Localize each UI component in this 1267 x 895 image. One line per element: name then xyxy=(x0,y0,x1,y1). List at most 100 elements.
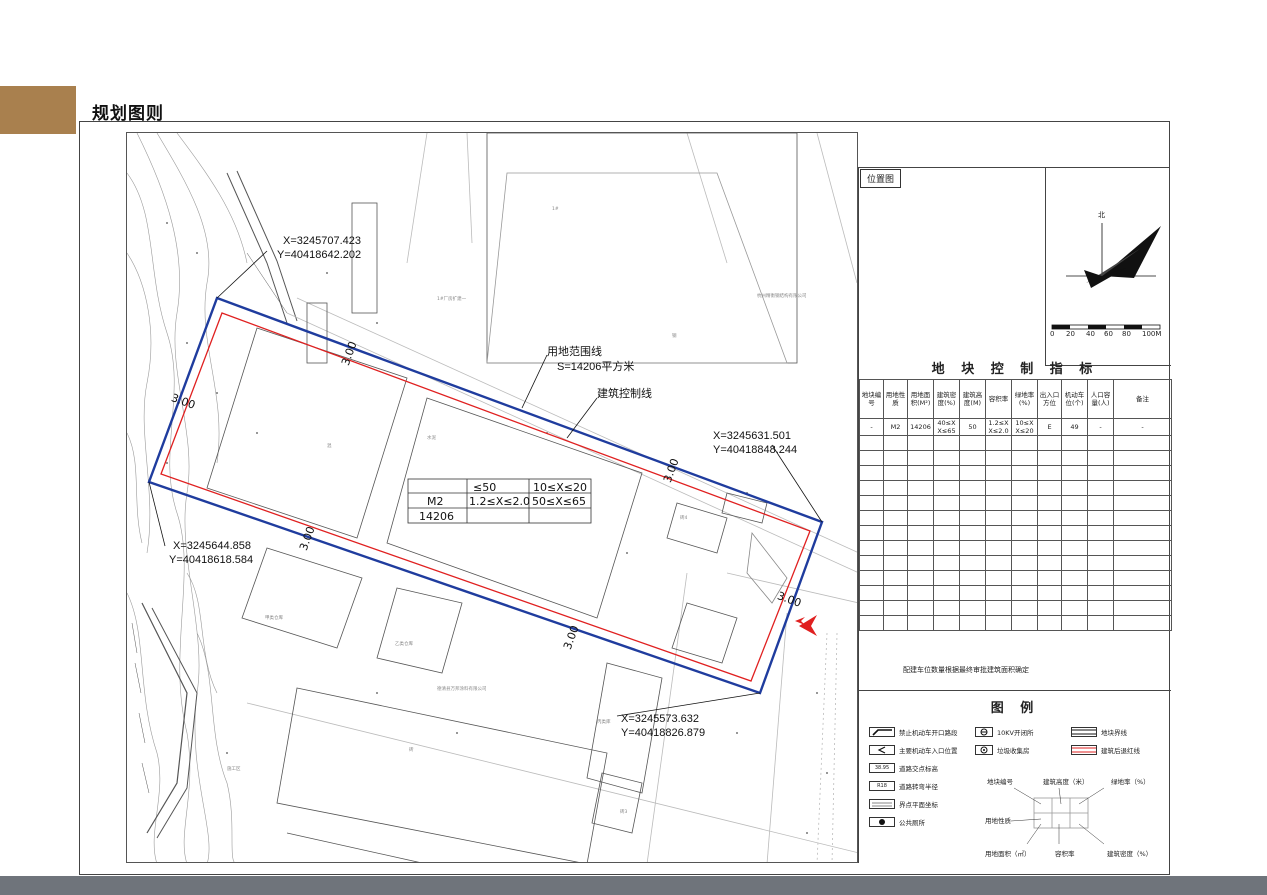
map-label: 钢 xyxy=(672,334,677,339)
map-label: 砖 xyxy=(409,748,414,753)
th-parking: 机动车位(个) xyxy=(1061,379,1088,419)
legend-label: 地块界线 xyxy=(1101,729,1127,737)
title-accent-block xyxy=(0,86,76,134)
map-label: 砖4 xyxy=(680,516,688,521)
th-far: 容积率 xyxy=(985,379,1012,419)
map-label: 施工区 xyxy=(227,767,241,772)
map-label: 水泥 xyxy=(427,436,436,441)
legend-title: 图 例 xyxy=(990,701,1040,716)
north-label: 北 xyxy=(1098,211,1105,219)
plot-height: ≤50 xyxy=(473,481,497,494)
scale-60: 60 xyxy=(1104,330,1113,338)
legend-label: 主要机动车入口位置 xyxy=(899,747,958,755)
table-cell: - xyxy=(1113,418,1172,436)
entrance-icon xyxy=(869,745,895,755)
table-row xyxy=(859,615,1172,631)
th-density: 建筑密度(%) xyxy=(933,379,960,419)
table-cell: - xyxy=(859,418,884,436)
scale-80: 80 xyxy=(1122,330,1131,338)
corner-coord-x: X=3245707.423 xyxy=(283,235,361,247)
th-entrance: 出入口方位 xyxy=(1037,379,1062,419)
map-label: 丙类库 xyxy=(597,720,611,725)
corner-coord-y: Y=40418848.244 xyxy=(713,444,798,456)
th-green-rate: 绿地率(%) xyxy=(1011,379,1038,419)
info-panel: 位置图 北 0 20 40 60 80 100M 地 块 控 制 指 标 地块编… xyxy=(858,167,1172,864)
table-row xyxy=(859,555,1172,571)
table-cell: 10≤X X≤20 xyxy=(1011,418,1038,436)
footer-bar xyxy=(0,876,1267,895)
legend-label: 垃圾收集房 xyxy=(997,747,1030,755)
legend-label: 道路转弯半径 xyxy=(899,783,938,791)
garbage-room-icon xyxy=(975,745,993,755)
table-row xyxy=(859,465,1172,481)
diagram-plot-code: 地块编号 xyxy=(987,778,1013,786)
map-label: 德清县万邦涂料有限公司 xyxy=(437,687,487,692)
diagram-green: 绿地率（%） xyxy=(1111,778,1150,786)
elevation-icon: 38.95 xyxy=(869,763,895,773)
table-cell: 49 xyxy=(1061,418,1088,436)
legend-label: 界点平面坐标 xyxy=(899,801,938,809)
coordinate-icon xyxy=(869,799,895,809)
boundary-area: S=14206平方米 xyxy=(557,361,635,373)
table-cell: E xyxy=(1037,418,1062,436)
table-row xyxy=(859,480,1172,496)
legend-label: 建筑后退红线 xyxy=(1101,747,1140,755)
table-row xyxy=(859,600,1172,616)
toilet-icon xyxy=(869,817,895,827)
map-points xyxy=(166,222,828,834)
legend-label: 禁止机动车开口路段 xyxy=(899,729,958,737)
plot-far: 1.2≤X≤2.0 xyxy=(469,495,530,508)
plot-density: 50≤X≤65 xyxy=(532,495,586,508)
diagram-density: 建筑密度（%） xyxy=(1107,850,1153,858)
plot-boundary-icon xyxy=(1071,727,1097,737)
plot-green: 10≤X≤20 xyxy=(533,481,587,494)
legend: 图 例 禁止机动车开口路段 10KV开闭所 地块界线 主要机动车入口位置 垃圾收… xyxy=(859,690,1171,864)
legend-label: 10KV开闭所 xyxy=(997,729,1034,737)
indicators-table: 地块编号 用地性质 用地面积(M²) 建筑密度(%) 建筑高度(M) 容积率 绿… xyxy=(859,379,1172,631)
legend-label: 道路交点标高 xyxy=(899,765,938,773)
map-label: 甲类仓库 xyxy=(265,616,283,621)
table-cell: 14206 xyxy=(907,418,934,436)
north-compass: 北 0 20 40 60 80 100M xyxy=(1045,168,1171,366)
parking-note: 配建车位数量根据最终审批建筑面积确定 xyxy=(903,666,1029,674)
th-remarks: 备注 xyxy=(1113,379,1172,419)
plot-use: M2 xyxy=(427,495,444,508)
corner-coord-x: X=3245631.501 xyxy=(713,430,791,442)
table-cell: M2 xyxy=(883,418,908,436)
table-cell: 50 xyxy=(959,418,986,436)
table-row: - M2 14206 40≤X X≤65 50 1.2≤X X≤2.0 10≤X… xyxy=(859,418,1172,436)
corner-coord-y: Y=40418642.202 xyxy=(277,249,362,261)
map-label: 1#厂房扩建一 xyxy=(437,297,467,302)
map-label: 1# xyxy=(552,207,559,212)
table-cell: - xyxy=(1087,418,1114,436)
table-row xyxy=(859,495,1172,511)
table-row xyxy=(859,510,1172,526)
legend-label: 公共厕所 xyxy=(899,819,925,827)
site-map: 1#厂房扩建一 杭州精衡钢结构有限公司 甲类仓库 乙类仓库 德清县万邦涂料有限公… xyxy=(126,132,858,863)
setback-label: 建筑控制线 xyxy=(597,388,652,400)
diagram-area: 用地面积（㎡） xyxy=(985,850,1031,858)
scale-40: 40 xyxy=(1086,330,1095,338)
table-row xyxy=(859,435,1172,451)
diagram-height: 建筑高度（米） xyxy=(1043,778,1089,786)
map-label: 砖3 xyxy=(620,810,628,815)
scale-100: 100M xyxy=(1142,330,1162,338)
location-map-label: 位置图 xyxy=(860,169,902,188)
plot-table-diagram xyxy=(1010,787,1105,845)
table-row xyxy=(859,570,1172,586)
corner-coord-x: X=3245573.632 xyxy=(621,713,699,725)
scale-0: 0 xyxy=(1050,330,1055,338)
table-cell: 40≤X X≤65 xyxy=(933,418,960,436)
setback-red-icon xyxy=(1071,745,1097,755)
no-opening-icon xyxy=(869,727,895,737)
th-land-area: 用地面积(M²) xyxy=(907,379,934,419)
th-population: 人口容量(人) xyxy=(1087,379,1114,419)
map-label: 乙类仓库 xyxy=(395,642,413,647)
corner-coord-y: Y=40418826.879 xyxy=(621,727,706,739)
turn-radius-icon: R18 xyxy=(869,781,895,791)
map-label: 杭州精衡钢结构有限公司 xyxy=(757,294,807,299)
th-height: 建筑高度(M) xyxy=(959,379,986,419)
table-row xyxy=(859,450,1172,466)
table-row xyxy=(859,585,1172,601)
plot-area: 14206 xyxy=(419,510,454,523)
